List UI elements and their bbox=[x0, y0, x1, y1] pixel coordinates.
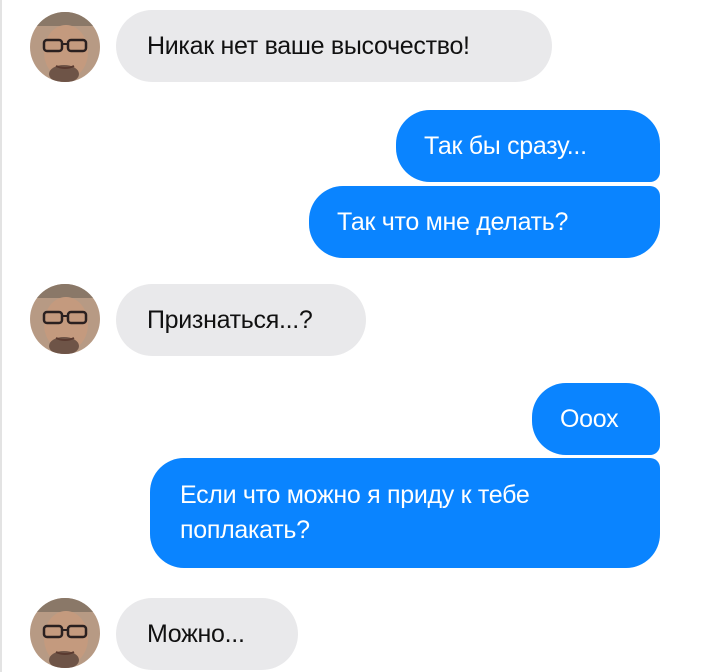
chat-conversation: Никак нет ваше высочество! Так бы сразу.… bbox=[0, 0, 720, 672]
contact-avatar[interactable] bbox=[30, 12, 100, 82]
message-bubble-outgoing[interactable]: Ооох bbox=[532, 383, 660, 455]
contact-avatar[interactable] bbox=[30, 598, 100, 668]
message-bubble-incoming[interactable]: Никак нет ваше высочество! bbox=[116, 10, 552, 82]
message-bubble-outgoing[interactable]: Так что мне делать? bbox=[309, 186, 660, 258]
left-divider bbox=[0, 0, 2, 672]
message-bubble-outgoing[interactable]: Так бы сразу... bbox=[396, 110, 660, 182]
message-bubble-incoming[interactable]: Можно... bbox=[116, 598, 298, 670]
message-bubble-incoming[interactable]: Признаться...? bbox=[116, 284, 366, 356]
message-bubble-outgoing[interactable]: Если что можно я приду к тебе поплакать? bbox=[150, 458, 660, 568]
contact-avatar[interactable] bbox=[30, 284, 100, 354]
